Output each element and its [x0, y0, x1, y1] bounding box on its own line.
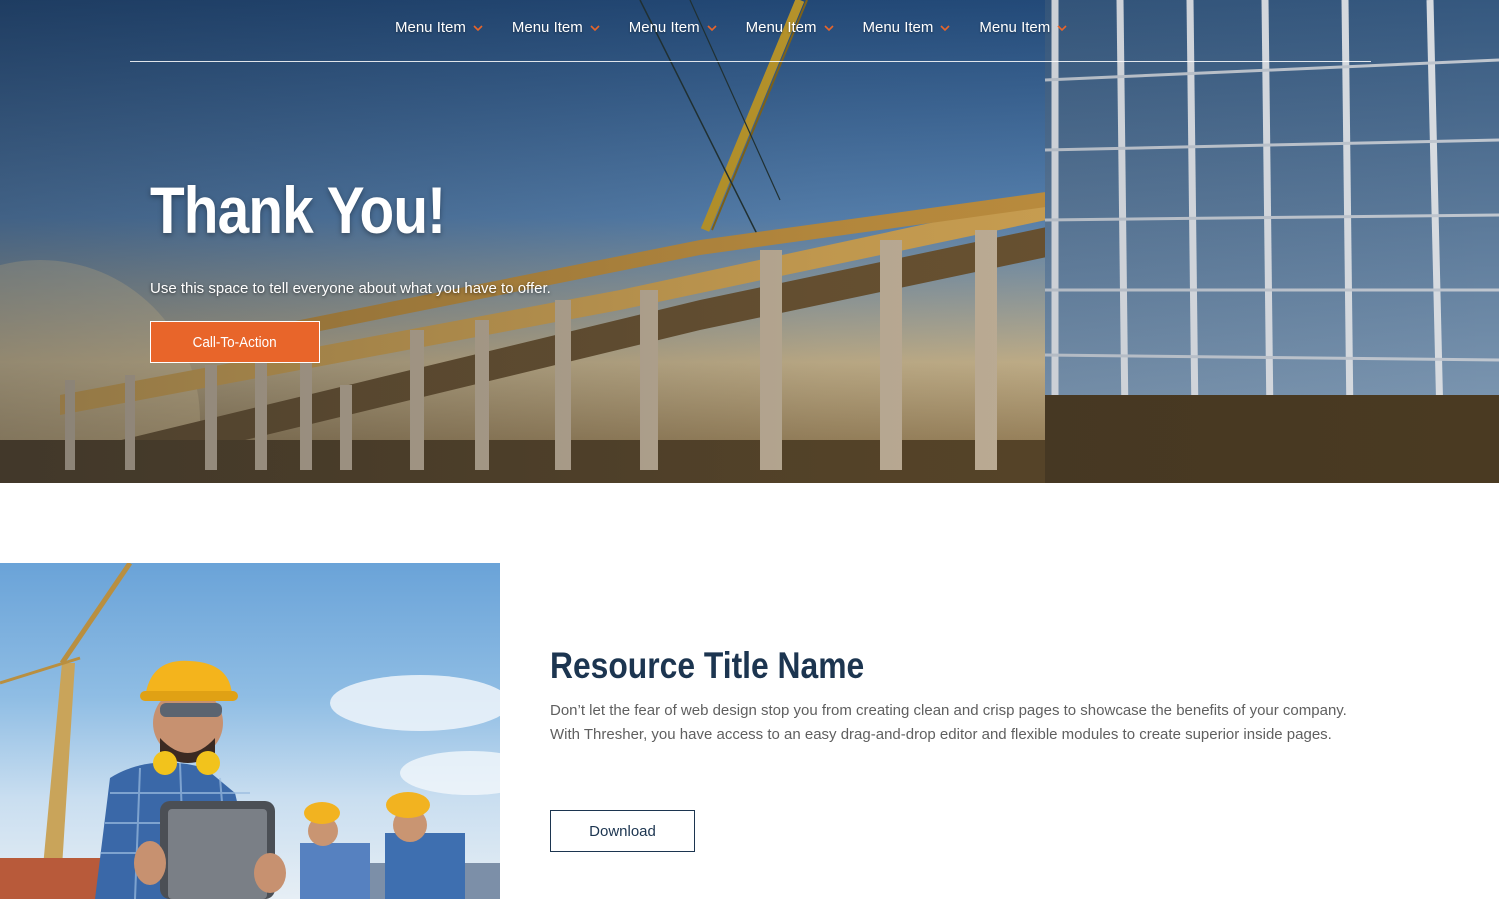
- chevron-down-icon: [1057, 24, 1067, 31]
- hero-subtitle: Use this space to tell everyone about wh…: [150, 280, 551, 297]
- chevron-down-icon: [590, 24, 600, 31]
- construction-workers-image: [0, 563, 500, 899]
- nav-menu-item-label: Menu Item: [862, 19, 934, 36]
- call-to-action-button[interactable]: Call-To-Action: [150, 321, 320, 363]
- resource-title: Resource Title Name: [550, 645, 865, 686]
- nav-menu-item-label: Menu Item: [979, 19, 1051, 36]
- nav-menu-item-label: Menu Item: [745, 19, 817, 36]
- resource-description: Don’t let the fear of web design stop yo…: [550, 702, 1347, 743]
- nav-menu-item-label: Menu Item: [395, 19, 466, 36]
- main-navigation: Menu Item Menu Item Menu Item Menu Item …: [130, 0, 1371, 62]
- nav-menu-item-2[interactable]: Menu Item: [512, 19, 600, 36]
- nav-menu-item-label: Menu Item: [628, 19, 700, 36]
- nav-menu-item-5[interactable]: Menu Item: [863, 19, 951, 36]
- workers-illustration: [0, 563, 500, 899]
- nav-menu-item-label: Menu Item: [511, 19, 583, 36]
- nav-menu-item-6[interactable]: Menu Item: [979, 19, 1067, 36]
- hero-title: Thank You!: [150, 173, 446, 247]
- call-to-action-label: Call-To-Action: [192, 333, 278, 351]
- chevron-down-icon: [707, 24, 717, 31]
- download-button[interactable]: Download: [550, 810, 695, 852]
- hero-section: Menu Item Menu Item Menu Item Menu Item …: [0, 0, 1499, 483]
- nav-menu: Menu Item Menu Item Menu Item Menu Item …: [395, 19, 1096, 36]
- nav-menu-item-3[interactable]: Menu Item: [629, 19, 717, 36]
- nav-menu-item-1[interactable]: Menu Item: [395, 19, 483, 36]
- nav-menu-item-4[interactable]: Menu Item: [746, 19, 834, 36]
- chevron-down-icon: [823, 24, 834, 31]
- chevron-down-icon: [473, 24, 483, 31]
- chevron-down-icon: [940, 24, 950, 31]
